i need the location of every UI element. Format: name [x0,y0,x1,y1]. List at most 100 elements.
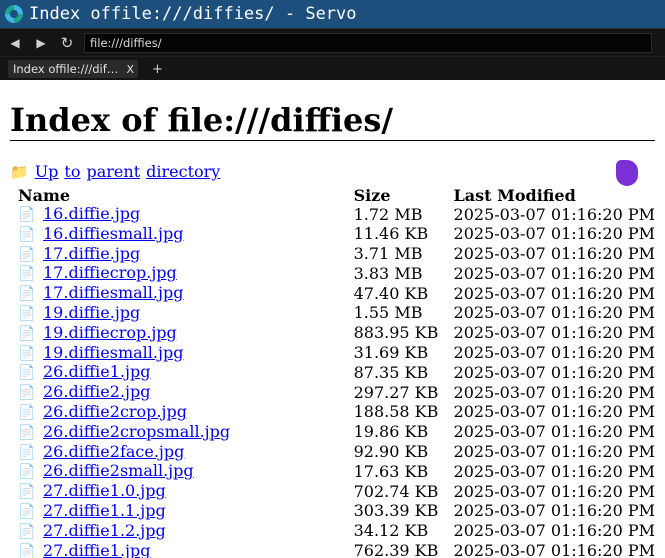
file-icon: 📄 [18,444,36,461]
file-link[interactable]: 27.diffie1.jpg [43,541,150,558]
folder-icon: 📁 [10,163,29,181]
file-icon: 📄 [18,345,36,362]
file-icon: 📄 [18,523,36,540]
url-text: file:///diffies/ [90,35,162,50]
file-name-cell: 📄 27.diffie1.jpg [10,541,354,558]
file-size-cell: 17.63 KB [353,461,429,481]
file-link[interactable]: 19.diffiesmall.jpg [43,343,183,362]
parent-directory-link-row: 📁 Up to parent directory [10,162,655,182]
back-arrow-icon[interactable]: ◀ [4,32,26,54]
file-link[interactable]: 26.diffie2.jpg [43,382,150,401]
file-icon: 📄 [18,503,36,520]
column-header-name[interactable]: Name [10,186,354,205]
file-name-cell: 📄 17.diffiecrop.jpg [10,263,354,284]
table-row: 📄 16.diffiesmall.jpg 11.46 KB 2025-03-07 01… [10,224,655,245]
table-row: 📄 27.diffie1.1.jpg 303.39 KB 2025-03-07 01:… [10,501,655,522]
file-link[interactable]: 26.diffie2small.jpg [43,461,194,480]
file-name-cell: 📄 16.diffiesmall.jpg [10,224,354,245]
file-name-cell: 📄 19.diffiesmall.jpg [10,343,354,364]
tab-active[interactable]: Index offile:///dif… X [8,60,138,78]
table-row: 📄 26.diffie2cropsmall.jpg 19.86 KB 2025-03-… [10,422,655,443]
mouse-cursor [616,160,638,186]
file-icon: 📄 [18,207,36,223]
file-modified-cell: 2025-03-07 01:16:20 PM [453,461,655,481]
servo-logo-icon [5,5,23,23]
file-link[interactable]: 27.diffie1.0.jpg [43,481,166,500]
table-row: 📄 26.diffie1.jpg 87.35 KB 2025-03-07 01:16:… [10,362,655,383]
file-name-cell: 📄 27.diffie1.1.jpg [10,501,354,522]
new-tab-button[interactable]: + [152,62,163,77]
file-link[interactable]: 26.diffie2face.jpg [43,442,184,461]
file-modified-cell: 2025-03-07 01:16:20 PM [453,263,655,283]
file-name-cell: 📄 17.diffiesmall.jpg [10,283,354,304]
file-size-cell: 303.39 KB [353,501,439,521]
file-modified-cell: 2025-03-07 01:16:20 PM [453,442,655,462]
reload-icon[interactable]: ↻ [56,32,78,54]
file-modified-cell: 2025-03-07 01:16:20 PM [453,244,655,264]
file-link[interactable]: 17.diffie.jpg [43,244,140,263]
file-name-cell: 📄 17.diffie.jpg [10,244,354,265]
file-size-cell: 883.95 KB [353,323,439,343]
updir-link-directory[interactable]: directory [146,162,220,182]
tab-close-button[interactable]: X [126,63,134,76]
file-rows: 📄 16.diffie.jpg 1.72 MB 2025-03-07 01:16:20… [10,204,655,558]
forward-arrow-icon[interactable]: ▶ [30,32,52,54]
file-icon: 📄 [18,484,36,501]
tab-strip: Index offile:///dif… X + [0,56,665,81]
file-icon: 📄 [18,286,36,303]
table-row: 📄 27.diffie1.jpg 762.39 KB 2025-03-07 01:16… [10,541,655,558]
table-header-row: Name Size Last Modified [10,186,655,205]
file-link[interactable]: 16.diffie.jpg [43,204,140,223]
tab-title: Index offile:///dif… [13,62,119,76]
column-header-size[interactable]: Size [354,186,454,205]
file-size-cell: 297.27 KB [353,382,439,402]
file-size-cell: 1.55 MB [353,303,423,323]
file-modified-cell: 2025-03-07 01:16:20 PM [453,224,655,244]
url-input[interactable]: file:///diffies/ [84,32,652,53]
file-link[interactable]: 17.diffiecrop.jpg [43,263,177,282]
file-size-cell: 34.12 KB [353,521,429,541]
file-size-cell: 31.69 KB [353,343,429,363]
updir-link-parent[interactable]: parent [86,162,140,182]
updir-link-to[interactable]: to [64,162,80,182]
table-row: 📄 17.diffiecrop.jpg 3.83 MB 2025-03-07 01:1… [10,263,655,284]
file-name-cell: 📄 16.diffie.jpg [10,204,354,225]
file-link[interactable]: 26.diffie1.jpg [43,362,150,381]
file-link[interactable]: 27.diffie1.2.jpg [43,521,166,540]
table-row: 📄 26.diffie2.jpg 297.27 KB 2025-03-07 01:16… [10,382,655,403]
file-icon: 📄 [18,226,36,243]
file-name-cell: 📄 26.diffie2cropsmall.jpg [10,422,354,443]
table-row: 📄 19.diffiesmall.jpg 31.69 KB 2025-03-07 01… [10,343,655,364]
toolbar: ◀ ▶ ↻ file:///diffies/ [0,28,665,56]
file-name-cell: 📄 26.diffie2small.jpg [10,461,354,482]
column-header-modified[interactable]: Last Modified [454,186,655,205]
file-name-cell: 📄 26.diffie1.jpg [10,362,354,383]
file-modified-cell: 2025-03-07 01:16:20 PM [453,541,655,558]
file-link[interactable]: 19.diffiecrop.jpg [43,323,177,342]
file-link[interactable]: 27.diffie1.1.jpg [43,501,166,520]
file-name-cell: 📄 26.diffie2crop.jpg [10,402,354,423]
file-modified-cell: 2025-03-07 01:16:20 PM [453,303,655,323]
file-link[interactable]: 16.diffiesmall.jpg [43,224,183,243]
file-link[interactable]: 26.diffie2crop.jpg [43,402,187,421]
file-name-cell: 📄 19.diffie.jpg [10,303,354,324]
file-size-cell: 3.83 MB [353,263,423,283]
file-icon: 📄 [18,266,36,283]
file-link[interactable]: 17.diffiesmall.jpg [43,283,183,302]
file-icon: 📄 [18,365,36,382]
updir-link-up[interactable]: Up [35,162,59,182]
table-row: 📄 26.diffie2face.jpg 92.90 KB 2025-03-07 01… [10,442,655,463]
file-link[interactable]: 26.diffie2cropsmall.jpg [43,422,230,441]
file-name-cell: 📄 27.diffie1.0.jpg [10,481,354,502]
window-title: Index offile:///diffies/ - Servo [29,4,357,24]
file-modified-cell: 2025-03-07 01:16:20 PM [453,283,655,303]
file-name-cell: 📄 19.diffiecrop.jpg [10,323,354,344]
file-icon: 📄 [18,325,36,342]
file-modified-cell: 2025-03-07 01:16:20 PM [453,204,655,224]
file-link[interactable]: 19.diffie.jpg [43,303,140,322]
table-row: 📄 17.diffiesmall.jpg 47.40 KB 2025-03-07 01… [10,283,655,304]
file-icon: 📄 [18,305,36,322]
page-title: Index of file:///diffies/ [10,102,655,141]
file-size-cell: 762.39 KB [353,541,439,558]
file-icon: 📄 [18,246,36,263]
